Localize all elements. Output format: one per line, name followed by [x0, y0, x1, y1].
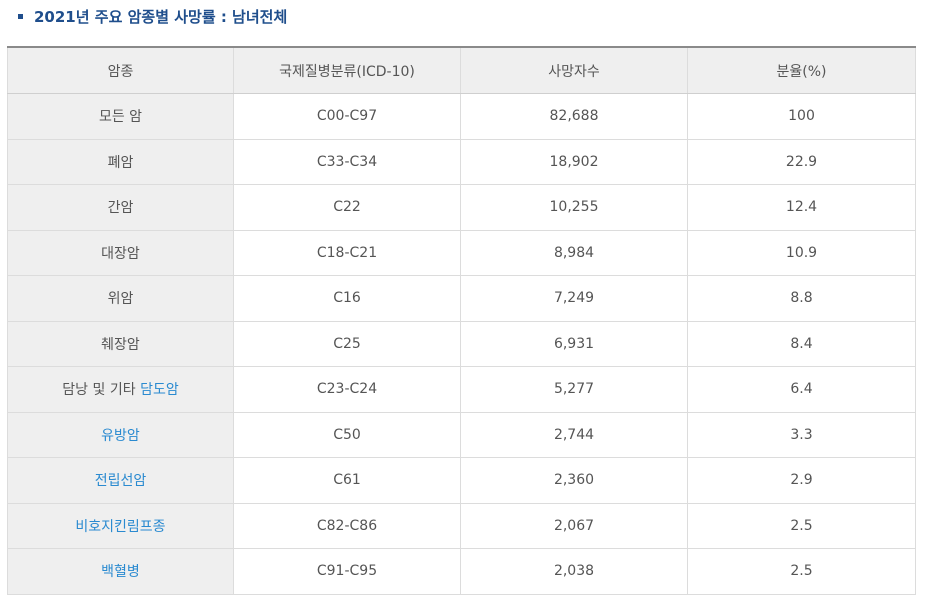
cell-cancer-type: 대장암 — [7, 229, 234, 276]
cell-icd-code: C82-C86 — [233, 502, 461, 549]
table-header-row: 암종 국제질병분류(ICD-10) 사망자수 분율(%) — [7, 46, 916, 94]
cell-death-count: 2,360 — [460, 457, 688, 504]
cell-icd-code: C18-C21 — [233, 229, 461, 276]
cell-cancer-type: 담낭 및 기타 담도암 — [7, 366, 234, 413]
cell-icd-code: C33-C34 — [233, 138, 461, 185]
cell-cancer-type: 췌장암 — [7, 320, 234, 367]
cell-death-count: 7,249 — [460, 275, 688, 322]
cell-cancer-type: 모든 암 — [7, 93, 234, 140]
header-death-count: 사망자수 — [460, 46, 688, 94]
cell-cancer-type: 유방암 — [7, 411, 234, 458]
cancer-type-link[interactable]: 유방암 — [101, 428, 140, 444]
cell-ratio: 100 — [687, 93, 916, 140]
cell-icd-code: C61 — [233, 457, 461, 504]
square-bullet-icon — [18, 13, 23, 19]
cell-icd-code: C91-C95 — [233, 548, 461, 595]
cell-icd-code: C25 — [233, 320, 461, 367]
cancer-type-label: 간암 — [107, 200, 134, 217]
cell-cancer-type: 비호지킨림프종 — [7, 502, 234, 549]
cancer-type-link[interactable]: 백혈병 — [101, 564, 140, 580]
table-row: 대장암 C18-C21 8,984 10.9 — [7, 229, 916, 276]
cancer-mortality-table: 암종 국제질병분류(ICD-10) 사망자수 분율(%) 모든 암 C00-C97… — [7, 46, 916, 595]
cell-ratio: 8.8 — [687, 275, 916, 322]
cancer-type-label: 폐암 — [107, 154, 134, 171]
cell-ratio: 2.5 — [687, 548, 916, 595]
table-row: 전립선암 C61 2,360 2.9 — [7, 457, 916, 504]
table-row: 모든 암 C00-C97 82,688 100 — [7, 93, 916, 140]
cell-icd-code: C50 — [233, 411, 461, 458]
cell-ratio: 10.9 — [687, 229, 916, 276]
cancer-type-label: 모든 암 — [98, 109, 143, 126]
cell-death-count: 2,038 — [460, 548, 688, 595]
cell-icd-code: C16 — [233, 275, 461, 322]
cell-cancer-type: 간암 — [7, 184, 234, 231]
cancer-type-link[interactable]: 담도암 — [140, 382, 179, 398]
cell-ratio: 12.4 — [687, 184, 916, 231]
cell-death-count: 2,744 — [460, 411, 688, 458]
cell-death-count: 5,277 — [460, 366, 688, 413]
table-row: 위암 C16 7,249 8.8 — [7, 275, 916, 322]
header-ratio: 분율(%) — [687, 46, 916, 94]
section-heading: 2021년 주요 암종별 사망률 : 남녀전체 — [18, 4, 287, 28]
cell-icd-code: C23-C24 — [233, 366, 461, 413]
header-cancer-type: 암종 — [7, 46, 234, 94]
cell-cancer-type: 폐암 — [7, 138, 234, 185]
cancer-type-label: 대장암 — [101, 245, 140, 262]
cell-ratio: 3.3 — [687, 411, 916, 458]
cell-ratio: 8.4 — [687, 320, 916, 367]
cell-icd-code: C00-C97 — [233, 93, 461, 140]
cancer-type-label: 췌장암 — [101, 336, 140, 353]
header-icd-code: 국제질병분류(ICD-10) — [233, 46, 461, 94]
table-row: 비호지킨림프종 C82-C86 2,067 2.5 — [7, 502, 916, 549]
cancer-type-label: 위암 — [107, 291, 134, 308]
cell-ratio: 2.9 — [687, 457, 916, 504]
table-row: 췌장암 C25 6,931 8.4 — [7, 320, 916, 367]
table-row: 폐암 C33-C34 18,902 22.9 — [7, 138, 916, 185]
cancer-type-link[interactable]: 비호지킨림프종 — [75, 519, 165, 535]
cell-death-count: 8,984 — [460, 229, 688, 276]
cell-ratio: 6.4 — [687, 366, 916, 413]
cell-cancer-type: 위암 — [7, 275, 234, 322]
table-row: 간암 C22 10,255 12.4 — [7, 184, 916, 231]
cell-death-count: 6,931 — [460, 320, 688, 367]
cell-icd-code: C22 — [233, 184, 461, 231]
section-title: 2021년 주요 암종별 사망률 : 남녀전체 — [34, 7, 288, 26]
cell-ratio: 22.9 — [687, 138, 916, 185]
cell-death-count: 82,688 — [460, 93, 688, 140]
cell-cancer-type: 백혈병 — [7, 548, 234, 595]
table-row: 유방암 C50 2,744 3.3 — [7, 411, 916, 458]
table-row: 담낭 및 기타 담도암 C23-C24 5,277 6.4 — [7, 366, 916, 413]
cell-ratio: 2.5 — [687, 502, 916, 549]
cancer-type-link[interactable]: 전립선암 — [95, 473, 147, 489]
cell-cancer-type: 전립선암 — [7, 457, 234, 504]
table-row: 백혈병 C91-C95 2,038 2.5 — [7, 548, 916, 595]
cell-death-count: 2,067 — [460, 502, 688, 549]
cell-death-count: 10,255 — [460, 184, 688, 231]
cancer-type-label: 담낭 및 기타 — [62, 382, 141, 399]
cell-death-count: 18,902 — [460, 138, 688, 185]
